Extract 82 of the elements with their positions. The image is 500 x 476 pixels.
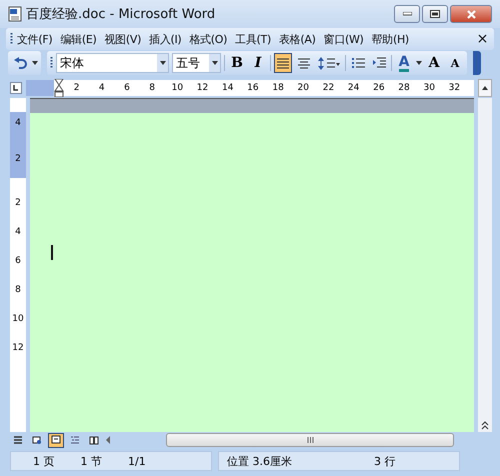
grip-icon [50,56,53,70]
ruler-label: 20 [296,83,310,93]
status-text: 位置 3.6厘米 [226,454,292,468]
ruler-label: 28 [397,83,411,93]
ruler-label: 22 [322,83,336,93]
web-view-icon [32,435,42,445]
ruler-label: 6 [15,256,21,266]
font-size-field[interactable]: 五号 [172,53,221,73]
ruler-label: 14 [220,83,234,93]
menu-item[interactable]: 格式(O) [185,30,232,48]
ruler-label: 6 [123,83,131,93]
justify-button[interactable] [274,53,292,73]
menu-item[interactable]: 窗口(W) [320,30,368,48]
center-align-icon [297,56,311,70]
maximize-icon [430,10,440,18]
ruler-label: 4 [15,118,21,128]
grow-font-button[interactable]: A [425,53,443,73]
menu-item[interactable]: 帮助(H) [368,30,413,48]
ruler-label: 2 [72,83,80,93]
indent-icon [372,57,386,69]
print-view-button[interactable] [48,432,64,448]
bullet-list-icon [351,57,365,69]
outline-view-icon [70,435,80,445]
italic-button[interactable]: I [249,53,267,73]
status-text: 1 页 [32,454,54,468]
document-icon [8,6,22,22]
grip-icon [10,32,13,46]
ruler-margin [26,80,54,96]
justify-icon [276,56,290,70]
ruler-label: 8 [15,285,21,295]
ruler-label: 4 [98,83,106,93]
ruler-label: 2 [15,198,21,208]
print-view-icon [51,435,61,445]
undo-icon [13,57,27,69]
status-text: 1/1 [127,454,146,468]
ruler-label: 8 [148,83,156,93]
dropdown-arrow-icon[interactable] [416,61,422,65]
reading-view-icon [89,435,99,445]
close-icon [466,10,476,18]
ruler-label: 10 [170,83,184,93]
minimize-icon [402,12,412,16]
status-text: 1 节 [80,454,102,468]
normal-view-icon [13,435,23,445]
ruler-label: 32 [448,83,462,93]
dropdown-arrow-icon [212,61,218,65]
window-title: 百度经验.doc - Microsoft Word [26,6,216,23]
status-text: 3 行 [373,454,396,468]
ruler-label: 4 [15,227,21,237]
maximize-button[interactable] [422,5,448,23]
ruler-label: 18 [271,83,285,93]
grip-icon [306,437,314,443]
ruler-label: 30 [422,83,436,93]
ruler-label: 12 [196,83,210,93]
ruler-label: 16 [246,83,260,93]
ruler-label: 24 [346,83,360,93]
ruler-label: 12 [12,343,24,353]
menu-item[interactable]: 插入(I) [145,30,186,48]
shrink-font-button[interactable]: A [446,53,464,73]
close-document-button[interactable]: × [474,31,490,47]
menu-item[interactable]: 表格(A) [274,30,320,48]
horizontal-scrollbar-thumb[interactable] [166,433,454,447]
tab-selector-icon[interactable] [10,82,22,94]
ruler-label: 10 [12,314,24,324]
menu-item[interactable]: 工具(T) [231,30,275,48]
font-name-field[interactable]: 宋体 [56,53,169,73]
scroll-left-icon[interactable] [105,436,111,444]
menu-item[interactable]: 编辑(E) [56,30,100,48]
font-color-button[interactable]: A [395,53,413,73]
vertical-scrollbar[interactable] [478,98,492,432]
line-spacing-icon [318,56,340,70]
minimize-button[interactable] [394,5,420,23]
dropdown-arrow-icon[interactable] [32,61,38,65]
close-button[interactable] [450,5,492,23]
ruler-label: 2 [15,154,21,164]
menu-item[interactable]: 文件(F) [13,30,56,48]
ruler-label: 26 [372,83,386,93]
menu-item[interactable]: 视图(V) [100,30,146,48]
indent-marker-icon[interactable] [54,79,64,97]
text-cursor [51,245,53,260]
bold-button[interactable]: B [228,53,246,73]
scroll-up-icon[interactable] [478,79,492,97]
dropdown-arrow-icon [160,61,166,65]
